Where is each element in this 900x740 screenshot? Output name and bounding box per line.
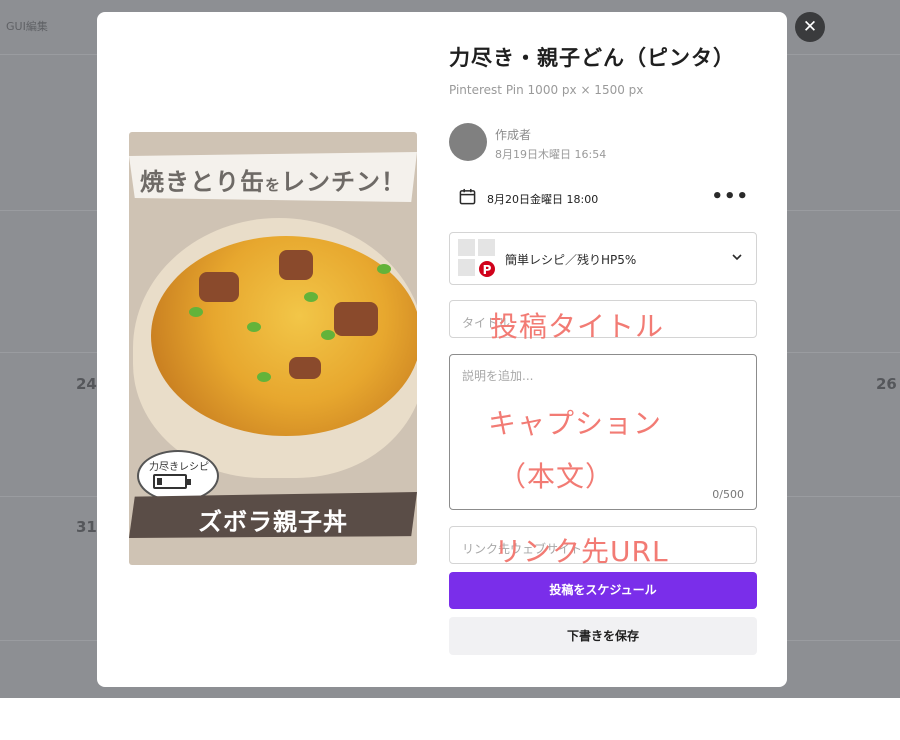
- author-label: 作成者: [495, 128, 532, 142]
- created-date: 8月19日木曜日 16:54: [495, 148, 607, 161]
- design-title: 力尽き・親子どん（ピンタ）: [449, 46, 735, 70]
- close-icon: ✕: [802, 17, 818, 37]
- schedule-datetime-row[interactable]: 8月20日金曜日 18:00 •••: [449, 184, 757, 212]
- annotation-caption-body: （本文）: [498, 460, 615, 493]
- battery-icon: [153, 474, 191, 489]
- board-name: 簡単レシピ／残りHP5%: [505, 253, 637, 267]
- calendar-day-number: 26: [876, 375, 897, 393]
- schedule-pin-modal: 焼きとり缶をレンチン！ 力尽きレシピ ズボラ親子丼 力尽き・親子どん（ピンタ） …: [97, 12, 787, 687]
- scheduled-datetime: 8月20日金曜日 18:00: [487, 193, 599, 206]
- bubble-label: 力尽きレシピ: [149, 462, 209, 473]
- annotation-caption: キャプション: [488, 407, 663, 440]
- board-select[interactable]: P 簡単レシピ／残りHP5%: [449, 232, 757, 285]
- more-horizontal-icon[interactable]: •••: [711, 186, 749, 207]
- pin-headline: 焼きとり缶をレンチン！: [139, 168, 406, 196]
- pin-dish-name: ズボラ親子丼: [198, 508, 348, 536]
- pin-preview-image: 焼きとり缶をレンチン！ 力尽きレシピ ズボラ親子丼: [129, 132, 417, 565]
- calendar-icon: [459, 188, 476, 205]
- schedule-post-button[interactable]: 投稿をスケジュール: [449, 572, 757, 609]
- character-counter: 0/500: [712, 488, 744, 501]
- save-draft-button[interactable]: 下書きを保存: [449, 617, 757, 655]
- close-button[interactable]: ✕: [795, 12, 825, 42]
- annotation-link-url: リンク先URL: [494, 535, 669, 568]
- calendar-day-number: 31: [76, 518, 97, 536]
- design-dimensions: Pinterest Pin 1000 px × 1500 px: [449, 83, 644, 97]
- pinterest-icon: P: [478, 260, 496, 278]
- annotation-post-title: 投稿タイトル: [490, 310, 665, 343]
- avatar: [449, 123, 487, 161]
- background-label: GUI編集: [6, 20, 48, 33]
- chevron-down-icon: [732, 254, 742, 261]
- calendar-day-number: 24: [76, 375, 97, 393]
